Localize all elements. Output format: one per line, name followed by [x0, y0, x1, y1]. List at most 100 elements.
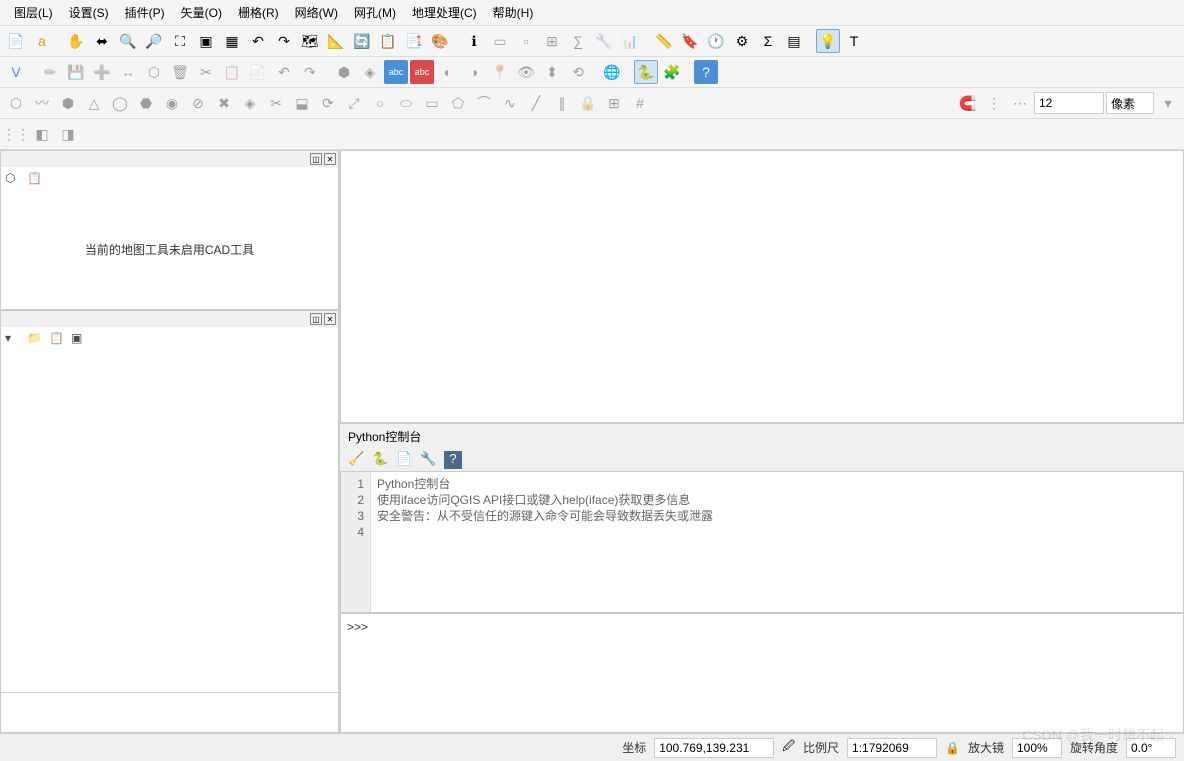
curve-icon: ∿: [498, 91, 522, 115]
menu-settings[interactable]: 设置(S): [63, 2, 115, 23]
cad-paste-icon[interactable]: 📋: [27, 171, 45, 189]
toolbox-icon[interactable]: 🔧: [592, 29, 616, 53]
unit-combo[interactable]: 像素: [1106, 92, 1154, 114]
layout-manager-icon[interactable]: 📑: [402, 29, 426, 53]
menu-processing[interactable]: 地理处理(C): [406, 2, 483, 23]
rotate-icon: ⟳: [316, 91, 340, 115]
menu-layer[interactable]: 图层(L): [8, 2, 59, 23]
redo-icon: ↷: [298, 60, 322, 84]
clear-icon[interactable]: 🧹: [348, 451, 366, 469]
refresh-icon[interactable]: 🔄: [350, 29, 374, 53]
menu-network[interactable]: 网络(W): [289, 2, 344, 23]
processing-toolbox-icon[interactable]: ⚙: [730, 29, 754, 53]
tiles-icon[interactable]: ▤: [782, 29, 806, 53]
extents-icon[interactable]: 🖉: [782, 737, 795, 758]
menu-help[interactable]: 帮助(H): [487, 2, 540, 23]
pin-icon: 📍: [488, 60, 512, 84]
new-layout-icon[interactable]: 📋: [376, 29, 400, 53]
python-prompt: >>>: [347, 620, 368, 726]
pan-selection-icon[interactable]: ⬌: [90, 29, 114, 53]
select-icon[interactable]: ▭: [488, 29, 512, 53]
menu-vector[interactable]: 矢量(O): [175, 2, 228, 23]
code-output[interactable]: Python控制台 使用iface访问QGIS API接口或键入help(ifa…: [371, 472, 1183, 612]
python-input-area: >>>: [340, 613, 1184, 733]
web-icon[interactable]: 🌐: [600, 60, 624, 84]
pan-icon[interactable]: ✋: [64, 29, 88, 53]
manage-icon[interactable]: 📋: [49, 331, 67, 349]
zoom-out-icon[interactable]: 🔎: [142, 29, 166, 53]
map-canvas[interactable]: [340, 150, 1184, 423]
coord-input[interactable]: [654, 738, 774, 758]
cad-body: 当前的地图工具未启用CAD工具: [1, 193, 338, 309]
filter-icon[interactable]: ▾: [5, 331, 23, 349]
table-icon[interactable]: ⊞: [540, 29, 564, 53]
new-3d-icon[interactable]: 📐: [324, 29, 348, 53]
rotation-input[interactable]: [1126, 738, 1176, 758]
undock-icon[interactable]: ◫: [310, 313, 322, 325]
tips-icon[interactable]: 💡: [816, 29, 840, 53]
cad-snap-icon[interactable]: ⬡: [5, 171, 23, 189]
delete-part-icon: ✖: [212, 91, 236, 115]
show-editor-icon[interactable]: 📄: [396, 451, 414, 469]
zoom-selection-icon[interactable]: ▣: [194, 29, 218, 53]
menu-plugins[interactable]: 插件(P): [119, 2, 171, 23]
help-console-icon[interactable]: ?: [444, 451, 462, 469]
topology-icon: ▾: [1156, 91, 1180, 115]
new-project-icon[interactable]: 📄: [4, 29, 28, 53]
zoom-next-icon[interactable]: ↷: [272, 29, 296, 53]
menu-mesh[interactable]: 网孔(M): [348, 2, 402, 23]
layers-tree[interactable]: [1, 353, 338, 692]
text-annotation-icon[interactable]: T: [842, 29, 866, 53]
expand-icon[interactable]: ▣: [71, 331, 89, 349]
output-line: [377, 524, 1177, 540]
deselect-icon[interactable]: ▫: [514, 29, 538, 53]
close-icon[interactable]: ✕: [324, 313, 336, 325]
style-manager-icon[interactable]: 🎨: [428, 29, 452, 53]
zoom-layer-icon[interactable]: ▦: [220, 29, 244, 53]
merge-icon: ⬓: [290, 91, 314, 115]
temporal-icon[interactable]: 🕐: [704, 29, 728, 53]
tolerance-input[interactable]: [1034, 92, 1104, 114]
sigma-icon[interactable]: Σ: [756, 29, 780, 53]
style-icon[interactable]: a: [30, 29, 54, 53]
python-input[interactable]: [372, 620, 1177, 726]
grid-icon: #: [628, 91, 652, 115]
copy-icon: 📋: [220, 60, 244, 84]
toolbar-small: ⋮⋮ ◧ ◨: [0, 119, 1184, 150]
add-group-icon[interactable]: 📁: [27, 331, 45, 349]
line-number: 2: [341, 492, 364, 508]
magnet-icon[interactable]: 🧲: [956, 91, 980, 115]
field-calc-icon[interactable]: ∑: [566, 29, 590, 53]
python-icon[interactable]: 🐍: [634, 60, 658, 84]
settings-icon[interactable]: 🔧: [420, 451, 438, 469]
delete-ring-icon: ⊘: [186, 91, 210, 115]
vector-layer-icon[interactable]: V: [4, 60, 28, 84]
polygon-icon: ⬠: [446, 91, 470, 115]
zoom-last-icon[interactable]: ↶: [246, 29, 270, 53]
scale-input[interactable]: [847, 738, 937, 758]
toolbar-main: 📄 a ✋ ⬌ 🔍 🔎 ⛶ ▣ ▦ ↶ ↷ 🗺 📐 🔄 📋 📑 🎨 ℹ ▭ ▫ …: [0, 26, 1184, 57]
menu-raster[interactable]: 栅格(R): [232, 2, 285, 23]
help-icon[interactable]: ?: [694, 60, 718, 84]
plugins-icon[interactable]: 🧩: [660, 60, 684, 84]
identify-icon[interactable]: ℹ: [462, 29, 486, 53]
stats-icon[interactable]: 📊: [618, 29, 642, 53]
rectangle-icon: ▭: [420, 91, 444, 115]
lock-icon: 🔒: [576, 91, 600, 115]
magnifier-input[interactable]: [1012, 738, 1062, 758]
layers-panel: ◫ ✕ ▾ 📁 📋 ▣: [0, 310, 339, 733]
parallel-icon: ∥: [550, 91, 574, 115]
undock-icon[interactable]: ◫: [310, 153, 322, 165]
cad-panel: ◫ ✕ ⬡ 📋 当前的地图工具未启用CAD工具: [0, 150, 339, 310]
label-red-icon[interactable]: abc: [410, 60, 434, 84]
new-map-icon[interactable]: 🗺: [298, 29, 322, 53]
zoom-full-icon[interactable]: ⛶: [168, 29, 192, 53]
label-abc-icon[interactable]: abc: [384, 60, 408, 84]
run-icon[interactable]: 🐍: [372, 451, 390, 469]
zoom-in-icon[interactable]: 🔍: [116, 29, 140, 53]
bookmark-icon[interactable]: 🔖: [678, 29, 702, 53]
output-line: 使用iface访问QGIS API接口或键入help(iface)获取更多信息: [377, 492, 1177, 508]
close-icon[interactable]: ✕: [324, 153, 336, 165]
measure-icon[interactable]: 📏: [652, 29, 676, 53]
lock-scale-icon[interactable]: 🔒: [945, 741, 960, 755]
